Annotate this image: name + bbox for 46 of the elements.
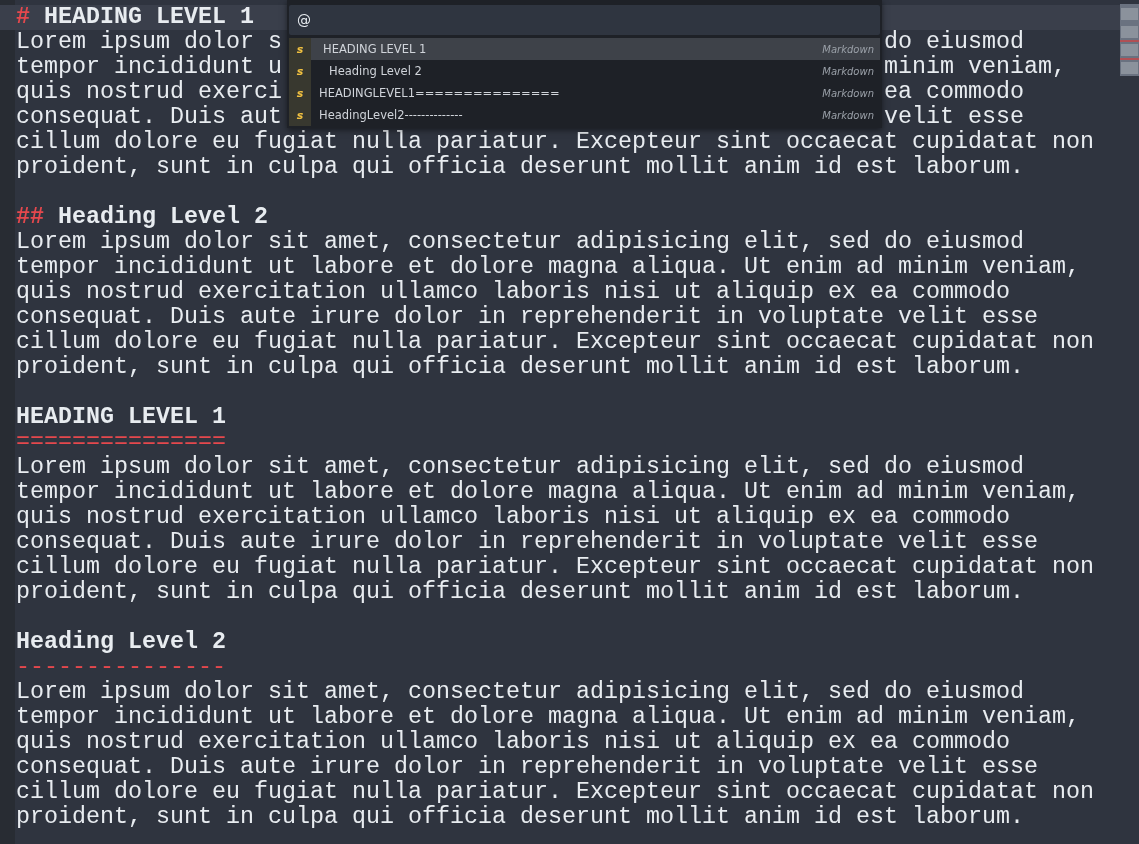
text-line: quis nostrud exercitation ullamco laboris nisi ut aliquip ex ea commodo xyxy=(16,280,1010,305)
text-line: cillum dolore eu fugiat nulla pariatur. Excepteur sint occaecat cupidatat non xyxy=(16,330,1094,355)
text-line: tempor incididunt ut labore et dolore magna aliqua. Ut enim ad minim veniam, xyxy=(16,480,1080,505)
heading-marker: # xyxy=(16,5,30,30)
symbol-item[interactable]: s HEADING LEVEL 1 Markdown xyxy=(289,38,880,60)
text-line: ea commodo xyxy=(883,80,1024,105)
text-line: minim veniam, xyxy=(883,55,1066,80)
symbol-icon: s xyxy=(289,104,311,126)
text-line: do eiusmod xyxy=(883,30,1024,55)
heading-marker: ## xyxy=(16,205,44,230)
text-line: proident, sunt in culpa qui officia deserunt mollit anim id est laborum. xyxy=(16,355,1024,380)
symbol-item[interactable]: s Heading Level 2 Markdown xyxy=(289,60,880,82)
text-line: proident, sunt in culpa qui officia deserunt mollit anim id est laborum. xyxy=(16,580,1024,605)
text-line: tempor incididunt ut labore et dolore magna aliqua. Ut enim ad minim veniam, xyxy=(16,255,1080,280)
text-line: Lorem ipsum dolor sit amet, consectetur adipisicing elit, sed do eiusmod xyxy=(16,230,1024,255)
text-line: quis nostrud exerci xyxy=(16,80,282,105)
text-line: proident, sunt in culpa qui officia deserunt mollit anim id est laborum. xyxy=(16,805,1024,830)
heading-text: Heading Level 2 xyxy=(58,205,268,230)
text-line: Lorem ipsum dolor sit amet, consectetur adipisicing elit, sed do eiusmod xyxy=(16,680,1024,705)
text-line: proident, sunt in culpa qui officia deserunt mollit anim id est laborum. xyxy=(16,155,1024,180)
symbol-item[interactable]: s HeadingLevel2-------------- Markdown xyxy=(289,104,880,126)
text-line: consequat. Duis aut xyxy=(16,105,282,130)
text-line: cillum dolore eu fugiat nulla pariatur. Excepteur sint occaecat cupidatat non xyxy=(16,555,1094,580)
text-line: quis nostrud exercitation ullamco laboris nisi ut aliquip ex ea commodo xyxy=(16,730,1010,755)
symbol-item[interactable]: s HEADINGLEVEL1=============== Markdown xyxy=(289,82,880,104)
text-line: tempor incididunt u xyxy=(16,55,282,80)
symbol-icon: s xyxy=(289,60,311,82)
text-line: quis nostrud exercitation ullamco laboris nisi ut aliquip ex ea commodo xyxy=(16,505,1010,530)
heading-underline: --------------- xyxy=(16,655,226,680)
symbol-icon: s xyxy=(289,38,311,60)
text-line: velit esse xyxy=(883,105,1024,130)
heading-underline: =============== xyxy=(16,430,226,455)
heading-text: Heading Level 2 xyxy=(16,630,226,655)
text-line: Lorem ipsum dolor sit amet, consectetur adipisicing elit, sed do eiusmod xyxy=(16,455,1024,480)
text-line: cillum dolore eu fugiat nulla pariatur. Excepteur sint occaecat cupidatat non xyxy=(16,130,1094,155)
text-line: tempor incididunt ut labore et dolore magna aliqua. Ut enim ad minim veniam, xyxy=(16,705,1080,730)
heading-text: HEADING LEVEL 1 xyxy=(44,5,254,30)
text-line: Lorem ipsum dolor s xyxy=(16,30,282,55)
search-field[interactable]: @ xyxy=(289,5,880,35)
text-line: consequat. Duis aute irure dolor in reprehenderit in voluptate velit esse xyxy=(16,755,1038,780)
symbol-icon: s xyxy=(289,82,311,104)
minimap-drawing[interactable] xyxy=(1120,4,1139,76)
text-line: consequat. Duis aute irure dolor in reprehenderit in voluptate velit esse xyxy=(16,530,1038,555)
heading-text: HEADING LEVEL 1 xyxy=(16,405,226,430)
text-line: cillum dolore eu fugiat nulla pariatur. Excepteur sint occaecat cupidatat non xyxy=(16,780,1094,805)
text-line: consequat. Duis aute irure dolor in reprehenderit in voluptate velit esse xyxy=(16,305,1038,330)
